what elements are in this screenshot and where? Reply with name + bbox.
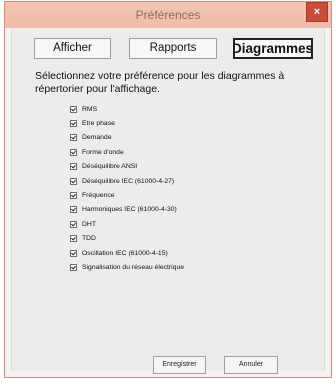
- checkbox[interactable]: [70, 105, 77, 113]
- option-signalisation-reseau[interactable]: Signalisation du réseau électrique: [70, 260, 184, 274]
- window-title: Préférences: [135, 8, 201, 22]
- option-label: Demande: [82, 134, 112, 142]
- checkbox[interactable]: [70, 263, 77, 271]
- option-label: DHT: [82, 220, 96, 228]
- option-frequence[interactable]: Fréquence: [70, 188, 184, 202]
- cancel-button[interactable]: Annuler: [224, 356, 278, 374]
- checkbox[interactable]: [70, 163, 77, 171]
- title-bar[interactable]: Préférences ×: [5, 2, 331, 28]
- option-tdd[interactable]: TDD: [70, 232, 184, 246]
- option-label: Forme d'onde: [82, 148, 124, 156]
- option-desequilibre-iec[interactable]: Déséquilibre IEC (61000-4-27): [70, 174, 184, 188]
- option-label: RMS: [82, 105, 98, 113]
- option-etre-phase[interactable]: Etre phase: [70, 116, 184, 130]
- save-button[interactable]: Enregistrer: [153, 356, 206, 374]
- option-desequilibre-ansi[interactable]: Déséquilibre ANSI: [70, 160, 184, 174]
- checkbox[interactable]: [70, 148, 77, 156]
- tab-diagrammes[interactable]: Diagrammes: [233, 38, 313, 59]
- checkbox[interactable]: [70, 134, 77, 142]
- option-label: Harmoniques IEC (61000-4-30): [82, 206, 177, 214]
- checkbox[interactable]: [70, 177, 77, 185]
- option-dht[interactable]: DHT: [70, 217, 184, 231]
- option-label: Signalisation du réseau électrique: [82, 263, 185, 271]
- option-rms[interactable]: RMS: [70, 102, 184, 116]
- close-icon: ×: [313, 6, 321, 18]
- checkbox[interactable]: [70, 192, 77, 200]
- dialog-body: Afficher Rapports Diagrammes Sélectionne…: [11, 29, 325, 374]
- option-label: Déséquilibre ANSI: [82, 163, 138, 171]
- option-label: Oscillation IEC (61000-4-15): [82, 249, 168, 257]
- close-button[interactable]: ×: [306, 2, 328, 22]
- option-oscillation-iec[interactable]: Oscillation IEC (61000-4-15): [70, 246, 184, 260]
- checkbox[interactable]: [70, 206, 77, 214]
- instruction-text: Sélectionnez votre préférence pour les d…: [35, 70, 285, 95]
- checkbox[interactable]: [70, 120, 77, 128]
- option-label: Déséquilibre IEC (61000-4-27): [82, 177, 175, 185]
- checkbox[interactable]: [70, 220, 77, 228]
- tab-afficher[interactable]: Afficher: [34, 38, 111, 59]
- option-harmoniques-iec[interactable]: Harmoniques IEC (61000-4-30): [70, 203, 184, 217]
- preferences-dialog: Préférences × Afficher Rapports Diagramm…: [4, 1, 332, 378]
- option-label: TDD: [82, 235, 96, 243]
- checkbox[interactable]: [70, 249, 77, 257]
- option-demande[interactable]: Demande: [70, 131, 184, 145]
- diagram-options-list: RMS Etre phase Demande Forme d'onde Désé…: [70, 102, 184, 275]
- option-label: Fréquence: [82, 192, 115, 200]
- tab-rapports[interactable]: Rapports: [129, 38, 217, 59]
- checkbox[interactable]: [70, 235, 77, 243]
- option-forme-onde[interactable]: Forme d'onde: [70, 145, 184, 159]
- option-label: Etre phase: [82, 120, 115, 128]
